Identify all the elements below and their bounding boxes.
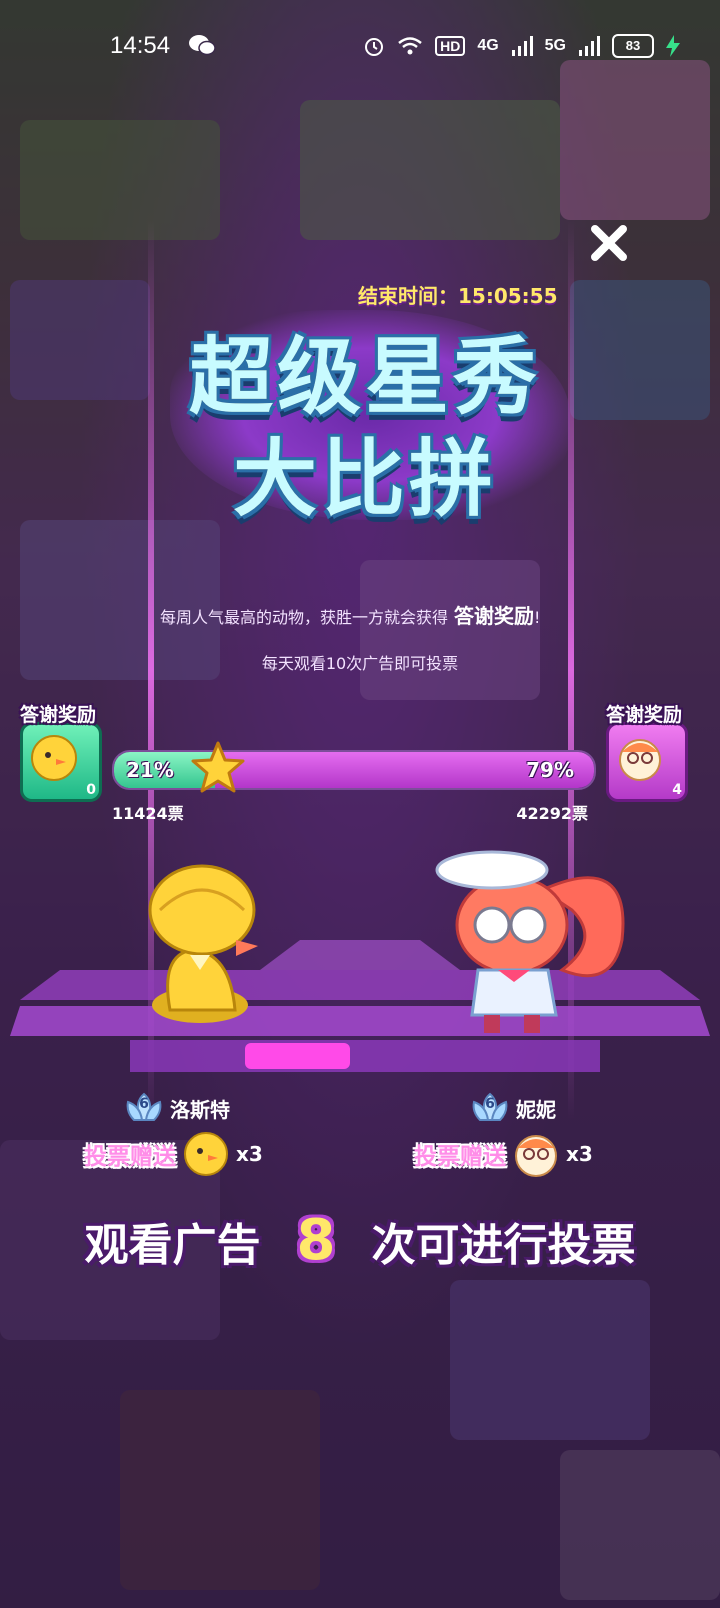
cta-remaining-count: 8	[296, 1208, 336, 1273]
wifi-icon	[398, 37, 422, 55]
chick-character-image[interactable]	[140, 860, 260, 1030]
description-text: 每周人气最高的动物，获胜一方就会获得	[160, 608, 449, 627]
chick-gift-icon	[184, 1132, 228, 1176]
left-level-badge: 6	[124, 1092, 164, 1124]
left-vote-gift-text: 投票赠送	[84, 1144, 176, 1170]
battery-indicator: 83	[612, 34, 654, 58]
right-contestant-name: 妮妮	[516, 1097, 556, 1122]
squirrel-character-image[interactable]	[432, 830, 632, 1040]
right-level-number: 6	[485, 1096, 495, 1112]
network-4g-label: 4G	[477, 37, 499, 54]
left-reward-gift[interactable]: 答谢奖励 0	[14, 700, 102, 802]
right-reward-count: 4	[672, 782, 682, 798]
left-contestant-name: 洛斯特	[170, 1097, 230, 1122]
event-description: 每周人气最高的动物，获胜一方就会获得 答谢奖励!	[160, 600, 540, 629]
star-icon	[191, 741, 245, 793]
alarm-icon	[365, 38, 384, 56]
event-title: 超级星秀 大比拼	[150, 300, 580, 530]
daily-vote-note: 每天观看10次广告即可投票	[261, 654, 459, 673]
right-reward-label: 答谢奖励	[605, 704, 682, 726]
hamster-avatar-icon	[619, 739, 661, 781]
close-button[interactable]	[588, 222, 630, 264]
wechat-icon	[189, 35, 216, 56]
chick-avatar-icon	[31, 735, 77, 781]
right-vote-count: 42292票	[516, 804, 588, 823]
right-reward-gift[interactable]: 答谢奖励 4	[600, 700, 688, 802]
description-tail: !	[534, 608, 541, 627]
right-contestant: 6 妮妮	[470, 1092, 556, 1124]
hd-badge: HD	[435, 36, 466, 56]
left-percent: 21%	[126, 758, 174, 782]
signal-icon	[511, 36, 533, 56]
cta-suffix: 次可进行投票	[371, 1219, 636, 1271]
status-time: 14:54	[110, 32, 171, 59]
hamster-gift-icon	[515, 1135, 557, 1177]
right-vote-gift-multiplier: x3	[566, 1142, 593, 1166]
left-level-number: 6	[139, 1096, 149, 1112]
left-vote-gift[interactable]: 投票赠送 x3	[84, 1130, 263, 1178]
right-vote-gift-text: 投票赠送	[414, 1144, 506, 1170]
status-bar: 14:54 HD 4G 5G 83	[0, 0, 720, 92]
watch-ad-vote-button[interactable]: 观看广告 8 次可进行投票	[0, 1208, 720, 1273]
charging-icon	[666, 35, 680, 57]
left-contestant: 6 洛斯特	[124, 1092, 230, 1124]
right-level-badge: 6	[470, 1092, 510, 1124]
network-5g-label: 5G	[544, 37, 566, 54]
left-vote-count: 11424票	[112, 804, 184, 823]
left-vote-gift-multiplier: x3	[236, 1142, 263, 1166]
left-reward-label: 答谢奖励	[19, 704, 96, 726]
cta-prefix: 观看广告	[84, 1219, 261, 1271]
status-indicators: HD 4G 5G 83	[363, 34, 680, 58]
vote-progress-bar	[112, 750, 596, 790]
description-highlight: 答谢奖励	[454, 604, 535, 628]
right-vote-gift[interactable]: 投票赠送 x3	[414, 1130, 593, 1178]
close-icon	[591, 225, 627, 261]
signal-icon-2	[579, 36, 600, 56]
right-percent: 79%	[526, 758, 574, 782]
left-reward-count: 0	[86, 782, 96, 798]
event-title-line2: 大比拼	[232, 430, 497, 528]
